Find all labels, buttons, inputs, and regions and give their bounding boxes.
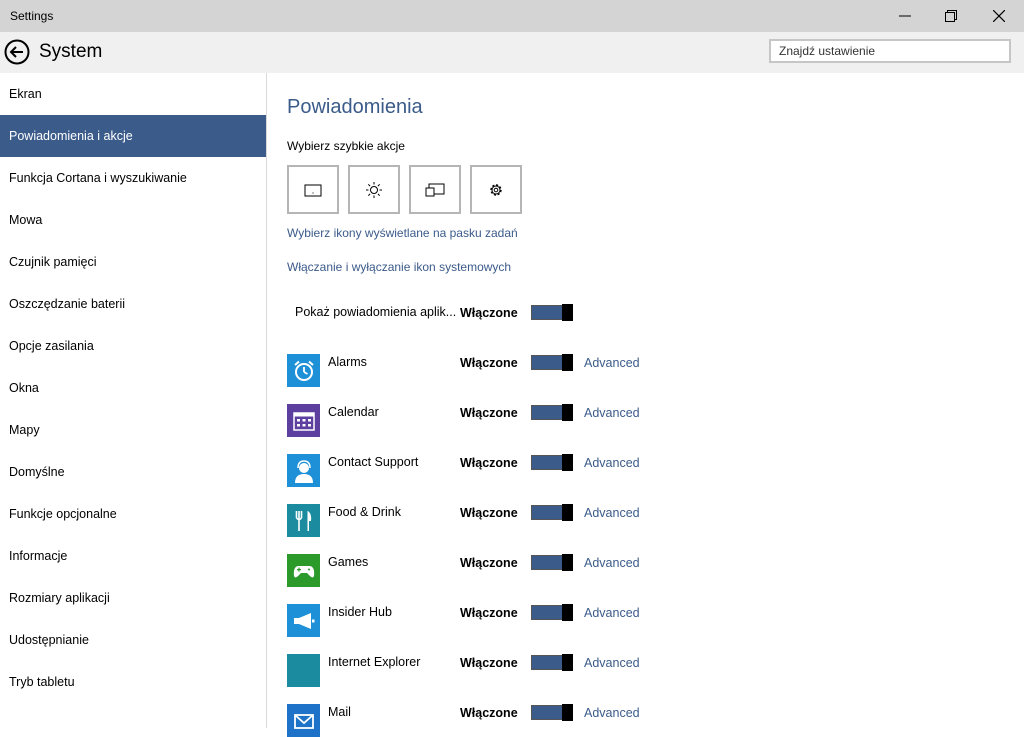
- advanced-link-mail[interactable]: Advanced: [584, 706, 640, 720]
- sidebar-item-notifications[interactable]: Powiadomienia i akcje: [0, 115, 266, 157]
- alarm-clock-icon: [287, 354, 320, 387]
- section-title: Powiadomienia: [287, 96, 423, 118]
- fork-knife-icon: [287, 504, 320, 537]
- app-toggle-games[interactable]: [531, 554, 573, 571]
- app-state: Włączone: [460, 556, 518, 570]
- close-icon: [993, 10, 1005, 22]
- app-state: Włączone: [460, 456, 518, 470]
- app-state: Włączone: [460, 506, 518, 520]
- advanced-link-games[interactable]: Advanced: [584, 556, 640, 570]
- app-name: Alarms: [328, 355, 367, 369]
- app-toggle-internet-explorer[interactable]: [531, 654, 573, 671]
- advanced-link-food-drink[interactable]: Advanced: [584, 506, 640, 520]
- sidebar-item-windows[interactable]: Okna: [0, 367, 266, 409]
- app-toggle-calendar[interactable]: [531, 404, 573, 421]
- sidebar-item-power-options[interactable]: Opcje zasilania: [0, 325, 266, 367]
- show-notifications-state: Włączone: [460, 306, 518, 320]
- app-toggle-alarms[interactable]: [531, 354, 573, 371]
- app-name: Calendar: [328, 405, 379, 419]
- system-icons-link[interactable]: Włączanie i wyłączanie ikon systemowych: [287, 260, 511, 274]
- envelope-icon: [287, 704, 320, 737]
- sidebar-item-sharing[interactable]: Udostępnianie: [0, 619, 266, 661]
- restore-icon: [945, 10, 957, 22]
- app-name: Contact Support: [328, 455, 419, 469]
- page-header: System: [0, 32, 1024, 73]
- app-title: Settings: [10, 9, 54, 23]
- sidebar-item-cortana[interactable]: Funkcja Cortana i wyszukiwanie: [0, 157, 266, 199]
- sidebar-item-optional-features[interactable]: Funkcje opcjonalne: [0, 493, 266, 535]
- sidebar-item-battery-saver[interactable]: Oszczędzanie baterii: [0, 283, 266, 325]
- quick-action-project[interactable]: [409, 165, 461, 214]
- quick-action-brightness[interactable]: [348, 165, 400, 214]
- app-name: Internet Explorer: [328, 655, 421, 669]
- sidebar-item-ekran[interactable]: Ekran: [0, 73, 266, 115]
- advanced-link-calendar[interactable]: Advanced: [584, 406, 640, 420]
- advanced-link-alarms[interactable]: Advanced: [584, 356, 640, 370]
- tablet-icon: [304, 184, 322, 196]
- sidebar-item-storage-sense[interactable]: Czujnik pamięci: [0, 241, 266, 283]
- advanced-link-internet-explorer[interactable]: Advanced: [584, 656, 640, 670]
- support-person-icon: [287, 454, 320, 487]
- search-input[interactable]: [769, 39, 1011, 63]
- calendar-icon: [287, 404, 320, 437]
- sidebar-item-app-sizes[interactable]: Rozmiary aplikacji: [0, 577, 266, 619]
- app-toggle-mail[interactable]: [531, 704, 573, 721]
- show-notifications-toggle[interactable]: [531, 304, 573, 321]
- advanced-link-contact-support[interactable]: Advanced: [584, 456, 640, 470]
- app-state: Włączone: [460, 606, 518, 620]
- back-arrow-icon: [4, 39, 30, 65]
- sidebar-item-about[interactable]: Informacje: [0, 535, 266, 577]
- taskbar-icons-link[interactable]: Wybierz ikony wyświetlane na pasku zadań: [287, 226, 518, 240]
- quick-actions-label: Wybierz szybkie akcje: [287, 139, 405, 153]
- restore-button[interactable]: [928, 0, 974, 32]
- project-icon: [425, 183, 445, 196]
- quick-action-tablet[interactable]: [287, 165, 339, 214]
- app-toggle-contact-support[interactable]: [531, 454, 573, 471]
- back-button[interactable]: [4, 39, 30, 65]
- blank-tile-icon: [287, 654, 320, 687]
- sidebar-item-tablet-mode[interactable]: Tryb tabletu: [0, 661, 266, 703]
- brightness-icon: [366, 181, 382, 198]
- page-title: System: [39, 41, 103, 62]
- app-toggle-insider-hub[interactable]: [531, 604, 573, 621]
- show-notifications-label: Pokaż powiadomienia aplik...: [295, 305, 457, 319]
- minimize-icon: [899, 15, 911, 17]
- gear-icon: [490, 183, 502, 196]
- minimize-button[interactable]: [882, 0, 928, 32]
- close-button[interactable]: [976, 0, 1022, 32]
- title-bar: Settings: [0, 0, 1024, 32]
- app-state: Włączone: [460, 706, 518, 720]
- app-state: Włączone: [460, 656, 518, 670]
- quick-action-settings[interactable]: [470, 165, 522, 214]
- app-name: Food & Drink: [328, 505, 401, 519]
- sidebar-item-speech[interactable]: Mowa: [0, 199, 266, 241]
- app-name: Mail: [328, 705, 351, 719]
- app-toggle-food-drink[interactable]: [531, 504, 573, 521]
- app-state: Włączone: [460, 356, 518, 370]
- sidebar: Ekran Powiadomienia i akcje Funkcja Cort…: [0, 73, 267, 728]
- app-name: Insider Hub: [328, 605, 392, 619]
- app-state: Włączone: [460, 406, 518, 420]
- app-name: Games: [328, 555, 369, 569]
- sidebar-item-maps[interactable]: Mapy: [0, 409, 266, 451]
- xbox-controller-icon: [287, 554, 320, 587]
- sidebar-item-defaults[interactable]: Domyślne: [0, 451, 266, 493]
- megaphone-icon: [287, 604, 320, 637]
- advanced-link-insider-hub[interactable]: Advanced: [584, 606, 640, 620]
